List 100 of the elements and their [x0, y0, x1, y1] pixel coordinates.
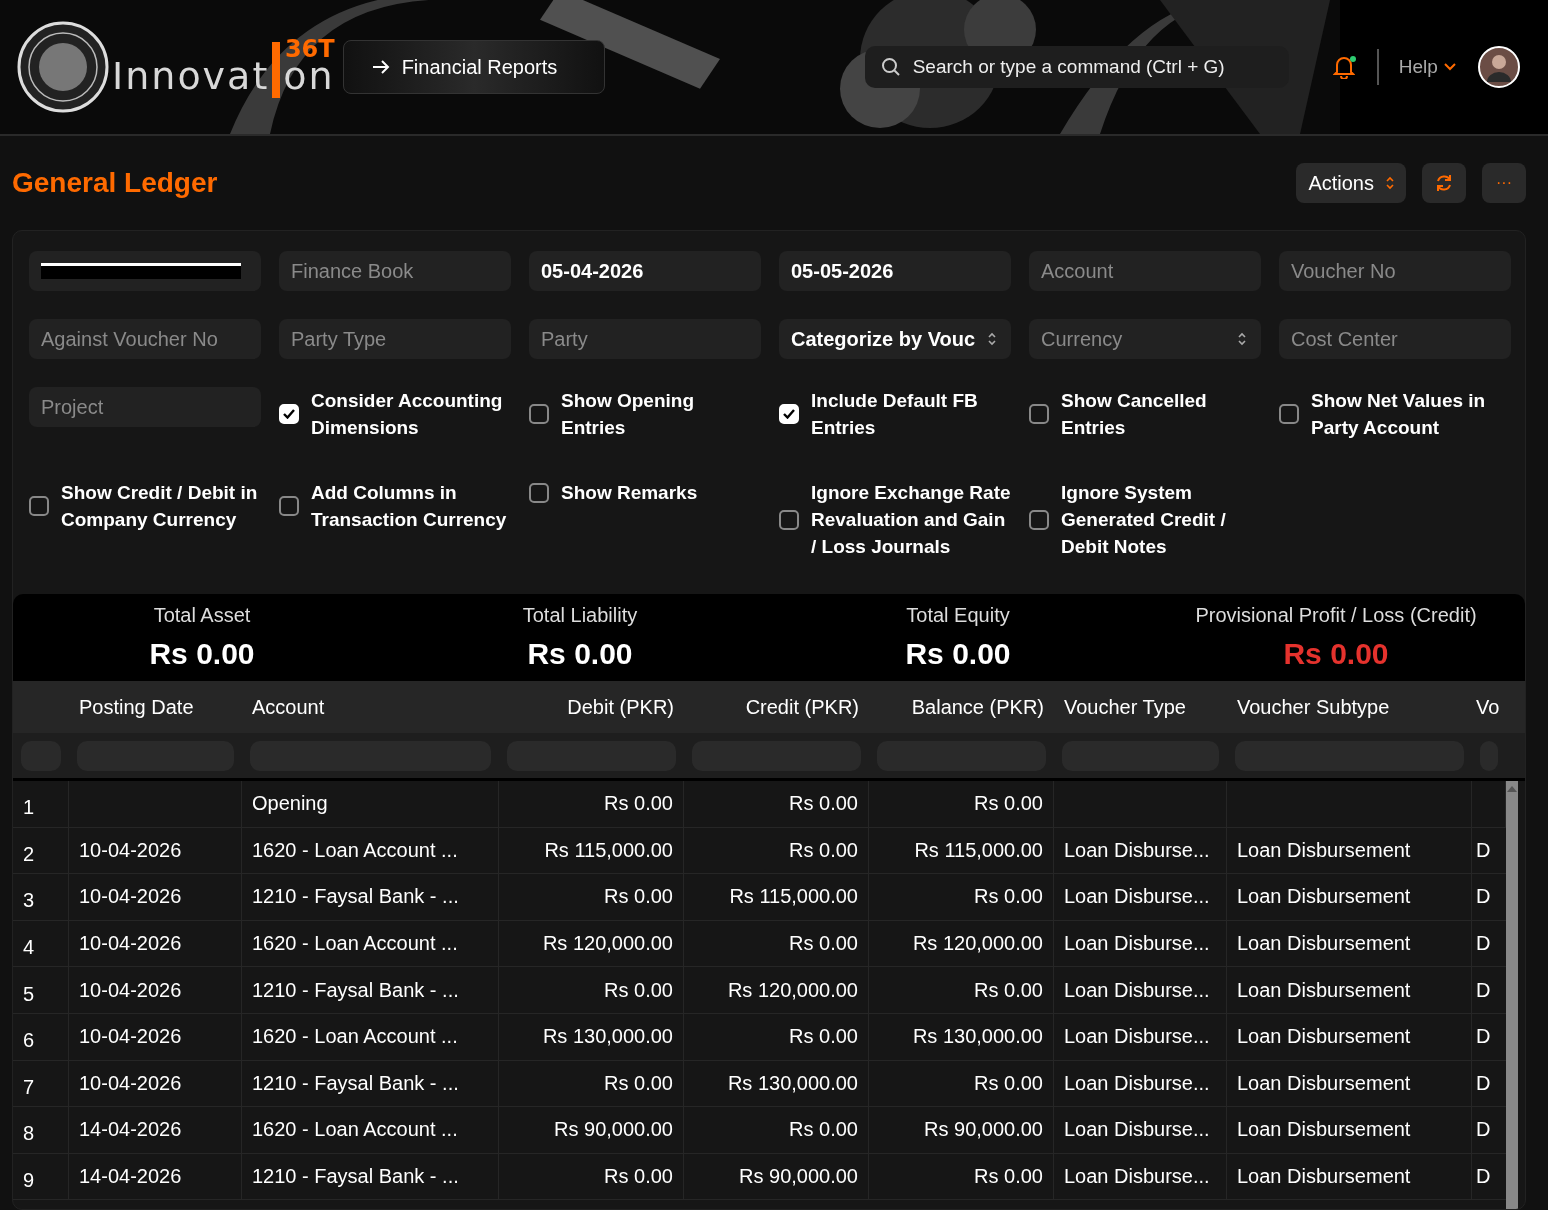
checkbox-label: Consider Accounting Dimensions	[311, 389, 504, 440]
checkbox-label: Include Default FB Entries	[811, 389, 979, 440]
table-cell: 10-04-2026	[69, 827, 242, 874]
table-cell: Loan Disburse...	[1054, 1060, 1227, 1107]
table-cell-text: D	[1475, 1070, 1492, 1096]
table-cell: Rs 0.00	[684, 920, 869, 967]
checkbox[interactable]	[529, 404, 549, 424]
table-cell: 1210 - Faysal Bank - ...	[242, 1153, 499, 1200]
table-cell: Loan Disbursement	[1227, 967, 1472, 1013]
filter-field[interactable]: Voucher No	[1279, 251, 1511, 291]
filter-field[interactable]: Against Voucher No	[29, 319, 261, 359]
avatar[interactable]	[1477, 46, 1520, 88]
filter-field[interactable]: Account	[1029, 251, 1261, 291]
column-header[interactable]: Voucher Type	[1054, 695, 1227, 719]
summary-label: Total Liability	[522, 604, 638, 627]
summary-value: Rs 0.00	[149, 637, 255, 671]
table-cell: Loan Disbursement	[1227, 1060, 1472, 1107]
table-cell: Rs 0.00	[499, 967, 684, 1013]
checkbox-label: Show Remarks	[561, 481, 698, 505]
row-number: 3	[13, 874, 69, 920]
table-cell: Loan Disbursement	[1227, 874, 1472, 920]
table-cell: 14-04-2026	[69, 1153, 242, 1200]
column-header[interactable]: Account	[242, 695, 499, 719]
summary-label: Total Asset	[153, 604, 251, 627]
table-cell-text: D	[1475, 931, 1492, 957]
refresh-icon	[1434, 173, 1454, 193]
summary-label: Provisional Profit / Loss (Credit)	[1195, 604, 1477, 627]
table-cell: 10-04-2026	[69, 874, 242, 920]
refresh-button[interactable]	[1422, 163, 1466, 203]
filter-field[interactable]: Finance Book	[279, 251, 511, 291]
table-cell: Rs 90,000.00	[869, 1107, 1054, 1153]
search-icon	[880, 57, 901, 77]
table-cell: Rs 0.00	[499, 781, 684, 827]
filter-field[interactable]: Party Type	[279, 319, 511, 359]
notification-bell-icon[interactable]	[1332, 55, 1355, 79]
table-cell-text: D	[1475, 1024, 1492, 1050]
table-cell-text: D	[1475, 977, 1492, 1003]
row-number: 2	[13, 827, 69, 874]
table-cell: Rs 0.00	[684, 827, 869, 874]
select-arrows-icon	[1237, 331, 1247, 347]
filter-field[interactable]: 05-05-2026	[779, 251, 1011, 291]
table-cell: Rs 115,000.00	[684, 874, 869, 920]
table-cell: Rs 120,000.00	[869, 920, 1054, 967]
checkbox[interactable]	[1029, 404, 1049, 424]
select-field[interactable]: Categorize by Vouc	[779, 319, 1011, 359]
table-cell: Loan Disburse...	[1054, 1153, 1227, 1200]
table-cell-text: D	[1475, 1164, 1492, 1190]
table-cell: 1620 - Loan Account ...	[242, 1107, 499, 1153]
column-header[interactable]: Voucher Subtype	[1227, 695, 1472, 719]
table-cell: Rs 115,000.00	[499, 827, 684, 874]
row-number: 5	[13, 967, 69, 1013]
checkbox[interactable]	[779, 509, 799, 530]
row-number: 8	[13, 1107, 69, 1153]
checkbox-label: Show Opening Entries	[561, 389, 695, 440]
table-cell: Rs 130,000.00	[869, 1013, 1054, 1060]
checkbox[interactable]	[529, 482, 549, 503]
table-cell-text: D	[1475, 1117, 1492, 1143]
more-button[interactable]: ···	[1482, 163, 1526, 203]
summary-label: Total Equity	[906, 604, 1010, 627]
table-cell: Rs 130,000.00	[684, 1060, 869, 1107]
table-cell: 10-04-2026	[69, 967, 242, 1013]
table-cell: Rs 0.00	[499, 1153, 684, 1200]
table-cell: 1210 - Faysal Bank - ...	[242, 874, 499, 920]
summary-value: Rs 0.00	[527, 637, 633, 671]
table-cell: Rs 0.00	[499, 1060, 684, 1107]
checkbox[interactable]	[29, 496, 49, 516]
column-header[interactable]: Credit (PKR)	[684, 695, 869, 719]
checkbox-label: Show Credit / Debit in Company Currency	[61, 481, 259, 532]
checkbox[interactable]	[279, 496, 299, 516]
table-cell: Loan Disburse...	[1054, 874, 1227, 920]
help-menu[interactable]: Help	[1398, 56, 1456, 78]
table-cell: Rs 90,000.00	[499, 1107, 684, 1153]
column-header[interactable]: Vo	[1472, 695, 1506, 719]
table-cell: Rs 130,000.00	[499, 1013, 684, 1060]
table-cell: Rs 0.00	[499, 874, 684, 920]
table-cell: 14-04-2026	[69, 1107, 242, 1153]
table-cell: Rs 115,000.00	[869, 827, 1054, 874]
table-cell: Rs 0.00	[869, 874, 1054, 920]
search-field[interactable]: Search or type a command (Ctrl + G)	[864, 46, 1289, 88]
table-cell: Rs 120,000.00	[499, 920, 684, 967]
filter-field[interactable]: Cost Center	[1279, 319, 1511, 359]
row-number: 1	[13, 781, 69, 827]
table-cell: Rs 0.00	[869, 1153, 1054, 1200]
filter-field[interactable]: Party	[529, 319, 761, 359]
table-cell: Rs 0.00	[684, 1013, 869, 1060]
breadcrumb-link[interactable]: Financial Reports	[342, 40, 605, 94]
table-cell: Rs 120,000.00	[684, 967, 869, 1013]
filter-field[interactable]: Project	[29, 387, 261, 427]
column-header[interactable]: Posting Date	[69, 695, 242, 719]
checkbox[interactable]	[1029, 509, 1049, 530]
filter-field[interactable]: 05-04-2026	[529, 251, 761, 291]
table-cell-text: D	[1475, 884, 1492, 910]
scrollbar[interactable]	[1506, 781, 1518, 1209]
company-field[interactable]	[29, 251, 261, 291]
checkbox-label: Add Columns in Transaction Currency	[311, 481, 508, 532]
actions-button[interactable]: Actions	[1296, 163, 1406, 203]
column-header[interactable]: Balance (PKR)	[869, 695, 1054, 719]
select-field[interactable]: Currency	[1029, 319, 1261, 359]
column-header[interactable]: Debit (PKR)	[499, 695, 684, 719]
checkbox[interactable]	[1279, 404, 1299, 424]
